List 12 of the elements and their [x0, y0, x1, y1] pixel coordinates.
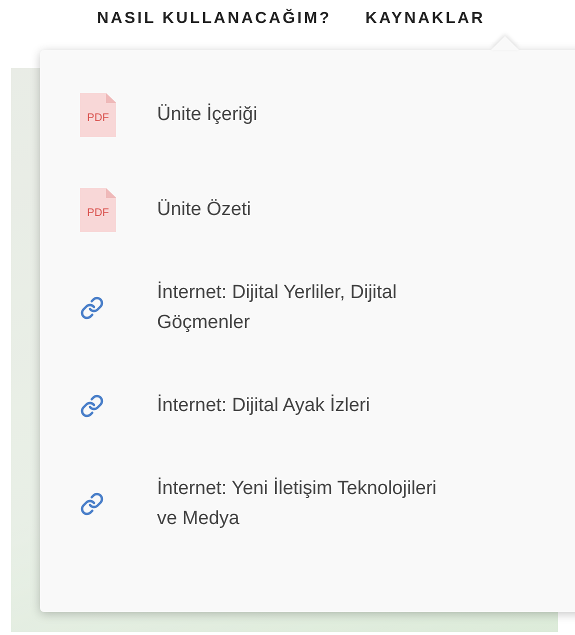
nav-link[interactable]: NASIL KULLANACAĞIM? — [97, 9, 332, 32]
resource-link[interactable]: Ünite İçeriği — [157, 100, 258, 130]
pdf-file-icon: PDF — [80, 188, 116, 232]
pdf-file-icon: PDF — [80, 93, 116, 137]
link-icon — [80, 296, 104, 320]
link-icon — [80, 394, 104, 418]
resource-link[interactable]: İnternet: Yeni İletişim Teknolojileri ve Medya — [157, 474, 437, 534]
nav-link[interactable]: KAYNAKLAR — [365, 9, 486, 32]
link-icon — [80, 492, 104, 516]
resource-link[interactable]: İnternet: Dijital Yerliler, Dijital Göçmenler — [157, 278, 397, 338]
resource-link[interactable]: İnternet: Dijital Ayak İzleri — [157, 391, 370, 421]
resource-link[interactable]: Ünite Özeti — [157, 195, 251, 225]
